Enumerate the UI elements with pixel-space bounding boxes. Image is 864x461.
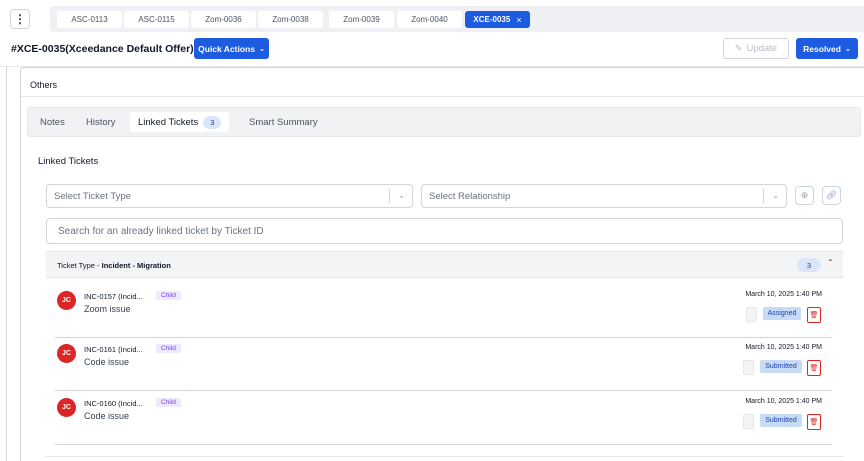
ticket-page: ⋮ ASC-0113 ASC-0115 Zom-0036 Zom-0038 Zo… <box>0 0 864 461</box>
quick-actions-label: Quick Actions <box>198 43 255 54</box>
avatar: JC <box>57 398 76 417</box>
chevron-down-icon: ⌄ <box>398 191 405 200</box>
relationship-select[interactable]: Select Relationship ⌄ <box>421 184 787 208</box>
quick-actions-button[interactable]: Quick Actions ⌄ <box>194 38 269 59</box>
subtab-bar: Notes History Linked Tickets 3 Smart Sum… <box>27 107 861 137</box>
ticket-tab-label: Zom-0039 <box>343 15 380 24</box>
trash-icon: 🗑︎ <box>809 365 819 372</box>
row-checkbox[interactable] <box>746 307 757 322</box>
search-placeholder: Search for an already linked ticket by T… <box>58 225 264 237</box>
ticket-id-link[interactable]: INC-0157 (Incid... <box>84 292 143 301</box>
table-row[interactable]: JC INC-0160 (Incid... Child Code issue M… <box>55 392 832 445</box>
count-badge: 3 <box>203 115 222 129</box>
group-label: Ticket Type - Incident - Migration <box>57 261 171 270</box>
tab-label: Linked Tickets <box>138 116 199 128</box>
chevron-down-icon: ⌄ <box>772 191 779 200</box>
ticket-type-select[interactable]: Select Ticket Type ⌄ <box>46 184 413 208</box>
select-separator <box>763 189 764 203</box>
more-vertical-icon[interactable]: ⋮ <box>10 9 30 29</box>
ticket-title: Code issue <box>84 357 130 367</box>
update-button[interactable]: ✎ Update <box>723 38 789 59</box>
ticket-date: March 10, 2025 1:40 PM <box>745 291 822 298</box>
plus-circle-icon: ⊕ <box>800 190 809 200</box>
left-rule <box>6 66 7 461</box>
ticket-tab-label: ASC-0113 <box>71 15 108 24</box>
avatar: JC <box>57 344 76 363</box>
unlink-button[interactable]: 🗑︎ <box>807 360 821 376</box>
tab-smart-summary[interactable]: Smart Summary <box>249 108 318 136</box>
status-badge: Submitted <box>760 414 802 427</box>
status-dropdown-button[interactable]: Resolved ⌄ <box>796 38 858 59</box>
close-icon[interactable]: × <box>516 15 521 25</box>
ticket-tab-label: Zom-0038 <box>272 15 309 24</box>
ticket-title: Zoom issue <box>84 304 131 314</box>
ticket-tab-strip: ASC-0113 ASC-0115 Zom-0036 Zom-0038 Zom-… <box>50 6 864 32</box>
ticket-tab[interactable]: ASC-0113 <box>57 11 122 28</box>
relation-badge: Child <box>156 344 181 353</box>
section-title: Others <box>30 80 58 90</box>
add-link-button[interactable]: ⊕ <box>795 186 814 205</box>
unlink-button[interactable]: 🗑︎ <box>807 307 821 323</box>
select-placeholder: Select Relationship <box>429 190 511 202</box>
tab-notes[interactable]: Notes <box>40 108 65 136</box>
ticket-type-group-header[interactable]: Ticket Type - Incident - Migration 3 ⌃ <box>46 251 843 278</box>
status-label: Resolved <box>803 43 841 54</box>
ticket-tab-label: Zom-0040 <box>411 15 448 24</box>
ticket-tab[interactable]: Zom-0039 <box>329 11 394 28</box>
ticket-tab[interactable]: Zom-0038 <box>258 11 323 28</box>
link-button[interactable]: 🔗︎ <box>822 186 841 205</box>
chevron-down-icon: ⌄ <box>258 45 265 53</box>
status-badge: Submitted <box>760 360 802 373</box>
page-title: #XCE-0035(Xceedance Default Offer) <box>11 43 194 55</box>
table-row[interactable]: JC INC-0157 (Incid... Child Zoom issue M… <box>55 285 832 338</box>
group-count-badge: 3 <box>797 258 821 272</box>
ticket-tab-label: Zom-0036 <box>205 15 242 24</box>
chevron-down-icon: ⌄ <box>844 45 851 53</box>
ticket-tab[interactable]: ASC-0115 <box>124 11 189 28</box>
tab-label: History <box>86 116 116 128</box>
ticket-tab[interactable]: Zom-0036 <box>191 11 256 28</box>
ticket-tab[interactable]: Zom-0040 <box>397 11 462 28</box>
chevron-up-icon[interactable]: ⌃ <box>827 258 834 267</box>
section-divider <box>21 96 864 97</box>
relation-badge: Child <box>156 398 181 407</box>
group-prefix: Ticket Type - <box>57 261 102 270</box>
update-label: Update <box>746 43 778 54</box>
row-checkbox[interactable] <box>743 360 754 375</box>
trash-icon: 🗑︎ <box>809 312 819 319</box>
tab-label: Notes <box>40 116 65 128</box>
tab-label: Smart Summary <box>249 116 318 128</box>
table-row[interactable]: JC INC-0161 (Incid... Child Code issue M… <box>55 338 832 391</box>
ticket-date: March 10, 2025 1:40 PM <box>745 344 822 351</box>
trash-icon: 🗑︎ <box>809 419 819 426</box>
ticket-tab-label: XCE-0035 <box>473 15 511 24</box>
ticket-date: March 10, 2025 1:40 PM <box>745 398 822 405</box>
select-separator <box>389 189 390 203</box>
ticket-id-link[interactable]: INC-0160 (Incid... <box>84 399 143 408</box>
ticket-id-link[interactable]: INC-0161 (Incid... <box>84 345 143 354</box>
list-end-divider <box>46 456 843 457</box>
tab-linked-tickets[interactable]: Linked Tickets 3 <box>130 112 230 132</box>
link-icon: 🔗︎ <box>825 190 838 200</box>
details-panel: Others Notes History Linked Tickets 3 Sm… <box>20 67 864 461</box>
relation-badge: Child <box>156 291 181 300</box>
ticket-tab-active[interactable]: XCE-0035 × <box>465 11 530 28</box>
select-placeholder: Select Ticket Type <box>54 190 131 202</box>
ticket-tab-label: ASC-0115 <box>138 15 175 24</box>
group-name: Incident - Migration <box>101 261 171 270</box>
search-input[interactable]: Search for an already linked ticket by T… <box>46 218 843 244</box>
ticket-title: Code issue <box>84 411 130 421</box>
edit-icon: ✎ <box>734 43 743 53</box>
tab-history[interactable]: History <box>86 108 116 136</box>
avatar: JC <box>57 291 76 310</box>
unlink-button[interactable]: 🗑︎ <box>807 414 821 430</box>
row-checkbox[interactable] <box>743 414 754 429</box>
status-badge: Assigned <box>763 307 801 320</box>
linked-tickets-heading: Linked Tickets <box>38 156 99 167</box>
